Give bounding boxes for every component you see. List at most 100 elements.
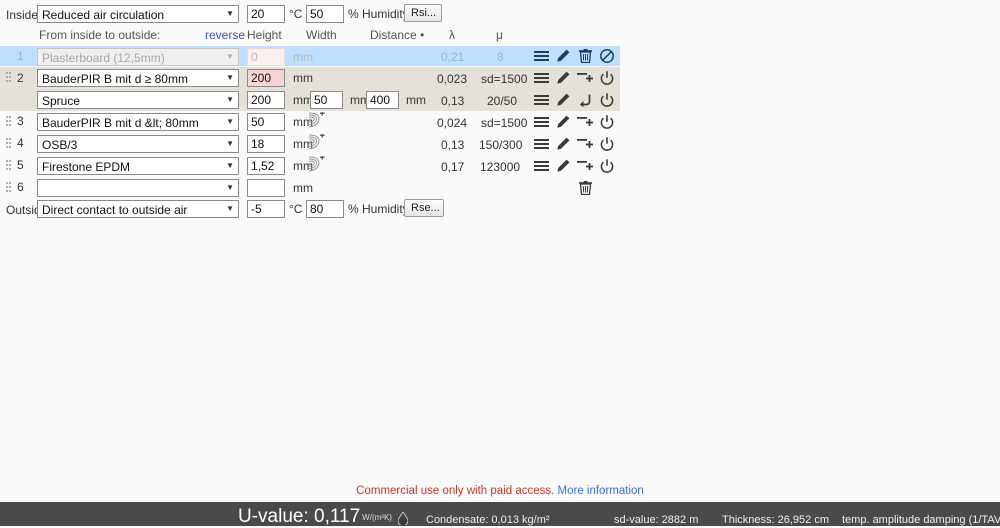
row-1-material-value: Plasterboard (12,5mm) bbox=[42, 49, 222, 66]
lambda-header: λ bbox=[449, 28, 455, 42]
inside-humidity-input[interactable] bbox=[306, 5, 344, 23]
row-1-height-input[interactable] bbox=[247, 48, 285, 66]
distance-header[interactable]: Distance • bbox=[370, 28, 424, 42]
menu-icon[interactable] bbox=[530, 68, 552, 88]
row-2-lambda: 0,023 bbox=[437, 72, 467, 86]
row-2b-mu: 20/50 bbox=[487, 94, 517, 108]
row-5-material-select[interactable]: Firestone EPDM ▼ bbox=[37, 157, 239, 175]
rse-button[interactable]: Rse... bbox=[404, 199, 444, 217]
inside-environment-select[interactable]: Reduced air circulation ▼ bbox=[37, 5, 239, 23]
row-2b-width-input[interactable] bbox=[310, 91, 343, 109]
row-3-material-value: BauderPIR B mit d &lt; 80mm bbox=[42, 114, 222, 131]
menu-icon[interactable] bbox=[530, 112, 552, 132]
menu-icon[interactable] bbox=[530, 134, 552, 154]
menu-icon[interactable] bbox=[530, 90, 552, 110]
row-6-number: 6 bbox=[17, 180, 24, 194]
pencil-icon[interactable] bbox=[552, 156, 574, 176]
row-5-mu: 123000 bbox=[480, 160, 520, 174]
power-icon[interactable] bbox=[596, 90, 618, 110]
inside-temperature-input[interactable] bbox=[247, 5, 285, 23]
row-1-lambda: 0,21 bbox=[441, 50, 464, 64]
row-2b-height-input[interactable] bbox=[247, 91, 285, 109]
row-5-actions bbox=[530, 156, 618, 176]
menu-icon[interactable] bbox=[530, 46, 552, 66]
row-3-material-select[interactable]: BauderPIR B mit d &lt; 80mm ▼ bbox=[37, 113, 239, 131]
outside-environment-select[interactable]: Direct contact to outside air ▼ bbox=[37, 200, 239, 218]
row-2b-material-select[interactable]: Spruce ▼ bbox=[37, 91, 239, 109]
row-3-actions bbox=[530, 112, 618, 132]
row-4-actions bbox=[530, 134, 618, 154]
menu-icon[interactable] bbox=[530, 156, 552, 176]
condensate-value: Condensate: 0,013 kg/m² bbox=[426, 514, 550, 526]
row-2b-material-value: Spruce bbox=[42, 92, 222, 109]
row-5-height-input[interactable] bbox=[247, 157, 285, 175]
row-4-material-value: OSB/3 bbox=[42, 136, 222, 153]
power-icon[interactable] bbox=[596, 68, 618, 88]
texture-icon[interactable] bbox=[308, 134, 323, 149]
status-bar: U-value: 0,117W/(m²K) Condensate: 0,013 … bbox=[0, 502, 1000, 526]
row-6-height-input[interactable] bbox=[247, 179, 285, 197]
row-2-drag-handle[interactable] bbox=[6, 72, 13, 84]
row-4-number: 4 bbox=[17, 136, 24, 150]
uvalue-number: 0,117 bbox=[314, 506, 360, 527]
uvalue-display: U-value: 0,117W/(m²K) bbox=[238, 506, 392, 528]
row-3-height-input[interactable] bbox=[247, 113, 285, 131]
height-header: Height bbox=[247, 28, 282, 42]
pencil-icon[interactable] bbox=[552, 90, 574, 110]
pencil-icon[interactable] bbox=[552, 134, 574, 154]
add-row-icon[interactable] bbox=[574, 156, 596, 176]
texture-icon[interactable] bbox=[308, 156, 323, 171]
block-icon[interactable] bbox=[596, 46, 618, 66]
outside-humidity-input[interactable] bbox=[306, 200, 344, 218]
trash-icon[interactable] bbox=[574, 46, 596, 66]
power-icon[interactable] bbox=[596, 112, 618, 132]
inside-temp-unit: °C bbox=[289, 7, 302, 21]
row-1-mu: 8 bbox=[497, 50, 504, 64]
more-information-link[interactable]: More information bbox=[558, 485, 644, 497]
chevron-down-icon: ▼ bbox=[226, 205, 234, 213]
row-2b-lambda: 0,13 bbox=[441, 94, 464, 108]
commercial-notice: Commercial use only with paid access. Mo… bbox=[0, 480, 1000, 502]
row-2-material-select[interactable]: BauderPIR B mit d ≥ 80mm ▼ bbox=[37, 69, 239, 87]
chevron-down-icon: ▼ bbox=[226, 74, 234, 82]
texture-icon[interactable] bbox=[308, 112, 323, 127]
add-row-icon[interactable] bbox=[574, 112, 596, 132]
chevron-down-icon: ▼ bbox=[226, 96, 234, 104]
row-5-drag-handle[interactable] bbox=[6, 160, 13, 172]
row-2b-distance-unit: mm bbox=[406, 93, 426, 107]
row-2b-distance-input[interactable] bbox=[366, 91, 399, 109]
uvalue-label: U-value: bbox=[238, 506, 309, 527]
mu-header: μ bbox=[496, 28, 503, 42]
droplet-icon bbox=[398, 512, 408, 525]
row-2b-actions bbox=[530, 90, 618, 110]
undo-icon[interactable] bbox=[574, 90, 596, 110]
rsi-button[interactable]: Rsi... bbox=[404, 4, 442, 22]
row-2-mu: sd=1500 bbox=[481, 72, 527, 86]
amplitude-damping-value: temp. amplitude damping (1/TAV): 3,6 bbox=[842, 514, 1000, 526]
chevron-down-icon: ▼ bbox=[226, 118, 234, 126]
outside-temperature-input[interactable] bbox=[247, 200, 285, 218]
pencil-icon[interactable] bbox=[552, 112, 574, 132]
row-2-height-input[interactable] bbox=[247, 69, 285, 87]
row-4-drag-handle[interactable] bbox=[6, 138, 13, 150]
power-icon[interactable] bbox=[596, 156, 618, 176]
row-1-number: 1 bbox=[17, 49, 24, 63]
reverse-link[interactable]: reverse bbox=[205, 28, 245, 42]
trash-icon[interactable] bbox=[574, 178, 596, 198]
power-icon[interactable] bbox=[596, 134, 618, 154]
pencil-icon[interactable] bbox=[552, 46, 574, 66]
row-1-material-select[interactable]: Plasterboard (12,5mm) ▼ bbox=[37, 48, 239, 66]
row-4-material-select[interactable]: OSB/3 ▼ bbox=[37, 135, 239, 153]
row-6-drag-handle[interactable] bbox=[6, 182, 13, 194]
pencil-icon[interactable] bbox=[552, 68, 574, 88]
sd-value: sd-value: 2882 m bbox=[614, 514, 698, 526]
outside-temp-unit: °C bbox=[289, 202, 302, 216]
outside-environment-value: Direct contact to outside air bbox=[42, 201, 222, 218]
row-2-height-unit: mm bbox=[293, 71, 313, 85]
add-row-icon[interactable] bbox=[574, 134, 596, 154]
row-3-lambda: 0,024 bbox=[437, 116, 467, 130]
row-3-drag-handle[interactable] bbox=[6, 116, 13, 128]
row-6-material-select[interactable]: ▼ bbox=[37, 179, 239, 197]
row-4-height-input[interactable] bbox=[247, 135, 285, 153]
add-row-icon[interactable] bbox=[574, 68, 596, 88]
